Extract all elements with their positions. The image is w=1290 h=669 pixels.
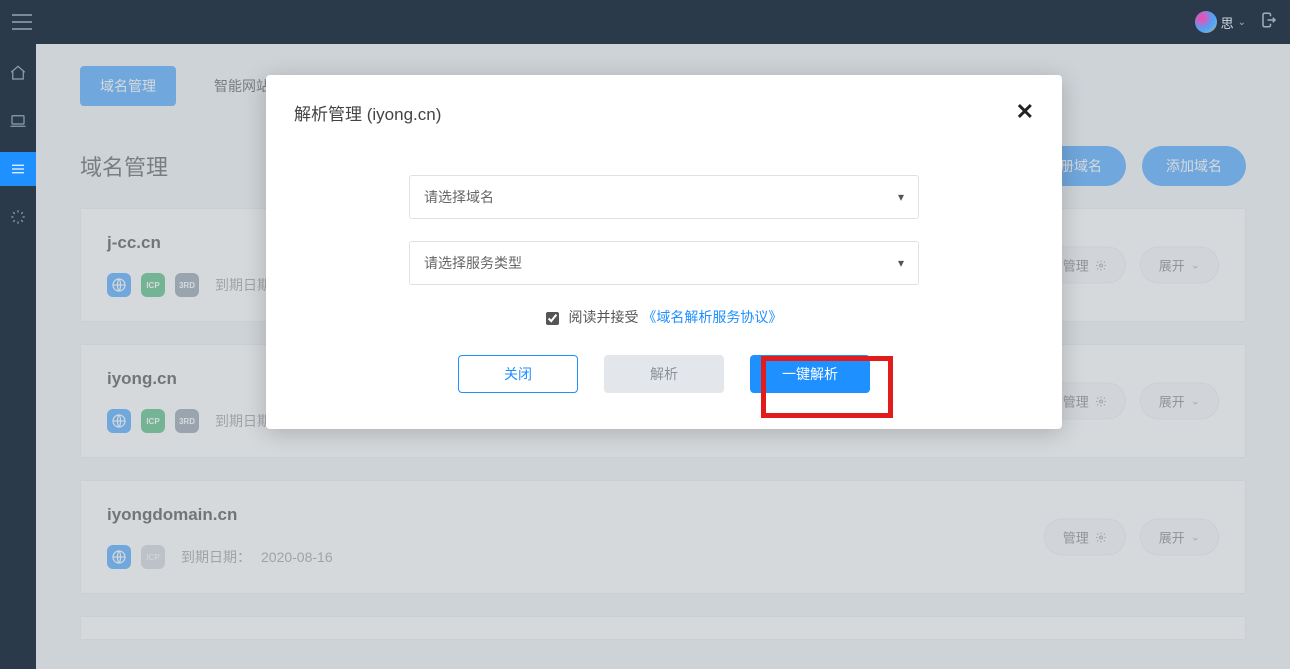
username-label: 思 (1221, 13, 1234, 32)
agreement-link[interactable]: 《域名解析服务协议》 (642, 309, 782, 325)
loading-icon (0, 200, 36, 234)
logout-icon[interactable] (1260, 11, 1278, 34)
resolve-button[interactable]: 解析 (604, 355, 724, 393)
close-button[interactable]: 关闭 (458, 355, 578, 393)
agree-text: 阅读并接受 (569, 309, 639, 325)
oneclick-resolve-button[interactable]: 一键解析 (750, 355, 870, 393)
topbar-right: 思 ⌄ (1195, 11, 1278, 34)
nav-laptop[interactable] (0, 104, 36, 138)
avatar (1195, 11, 1217, 33)
select-domain[interactable]: 请选择域名 (409, 175, 919, 219)
agree-row: 阅读并接受 《域名解析服务协议》 (294, 307, 1034, 327)
close-icon[interactable]: ✕ (1016, 99, 1034, 125)
chevron-down-icon: ⌄ (1238, 17, 1246, 28)
resolve-modal: 解析管理 (iyong.cn) ✕ 请选择域名 请选择服务类型 阅读并接受 《域… (266, 75, 1062, 429)
nav-home[interactable] (0, 56, 36, 90)
agree-checkbox[interactable] (546, 312, 559, 325)
menu-toggle-icon[interactable] (12, 14, 32, 30)
modal-buttons: 关闭 解析 一键解析 (294, 355, 1034, 393)
user-menu[interactable]: 思 ⌄ (1195, 11, 1246, 33)
select-service-type[interactable]: 请选择服务类型 (409, 241, 919, 285)
modal-title: 解析管理 (iyong.cn) (294, 100, 441, 125)
nav-domains[interactable] (0, 152, 36, 186)
topbar: 思 ⌄ (0, 0, 1290, 44)
left-rail (0, 44, 36, 669)
